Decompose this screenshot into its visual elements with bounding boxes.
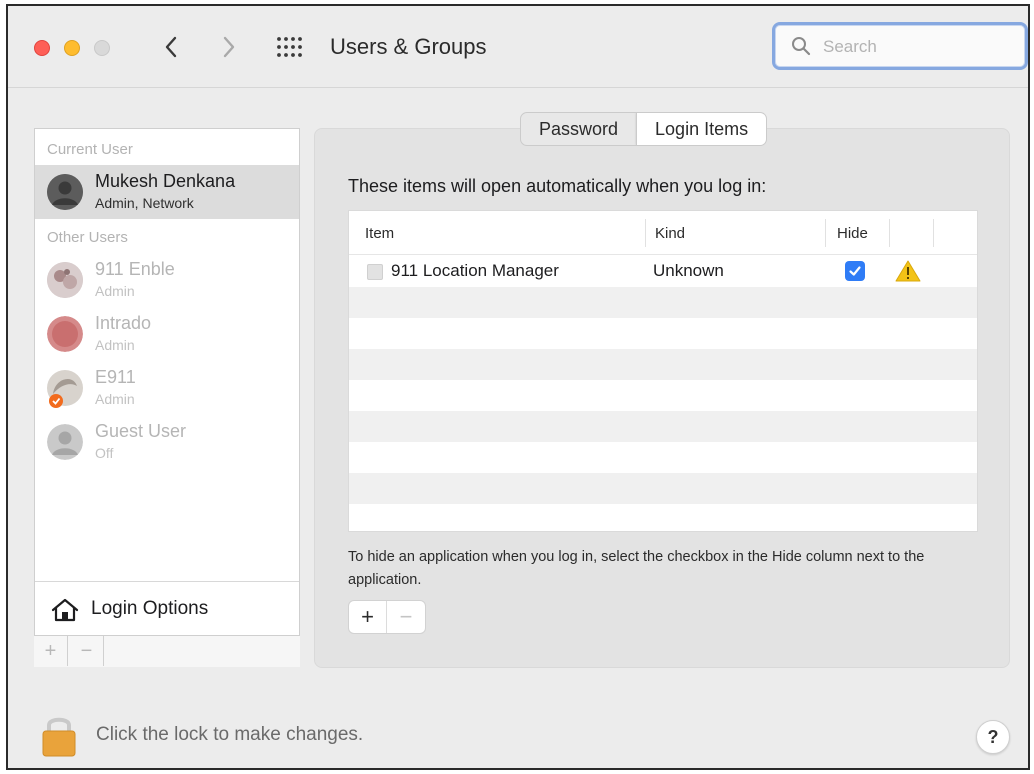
table-row-empty <box>349 287 977 318</box>
minimize-button[interactable] <box>64 40 80 56</box>
table-row-empty <box>349 380 977 411</box>
show-all-button[interactable] <box>274 32 308 62</box>
table-row-empty <box>349 473 977 504</box>
back-button[interactable] <box>156 30 186 64</box>
login-options-button[interactable]: Login Options <box>35 581 299 635</box>
login-options-label: Login Options <box>91 598 209 619</box>
grid-icon <box>277 37 302 57</box>
hide-checkbox[interactable] <box>845 261 865 281</box>
house-icon <box>51 598 79 622</box>
table-row-empty <box>349 504 977 531</box>
user-role: Off <box>95 445 114 461</box>
add-login-item-button[interactable]: + <box>349 601 387 633</box>
user-name: Guest User <box>95 421 187 441</box>
user-photo-icon <box>47 262 83 298</box>
login-items-table: Item Kind Hide 911 Location Manager Unkn… <box>348 210 978 532</box>
tab-password[interactable]: Password <box>521 113 636 145</box>
avatar <box>47 370 83 408</box>
column-divider <box>889 219 890 247</box>
column-header-hide[interactable]: Hide <box>837 225 868 242</box>
toolbar: Users & Groups Search <box>8 6 1028 88</box>
column-header-kind[interactable]: Kind <box>655 225 685 242</box>
column-divider <box>933 219 934 247</box>
item-kind: Unknown <box>653 261 724 280</box>
zoom-button[interactable] <box>94 40 110 56</box>
user-row-guest[interactable]: Guest User Off <box>35 415 299 469</box>
user-role: Admin <box>95 337 135 353</box>
avatar <box>47 174 83 210</box>
column-header-item[interactable]: Item <box>365 225 394 242</box>
column-divider <box>825 219 826 247</box>
column-divider <box>645 219 646 247</box>
lock-text: Click the lock to make changes. <box>96 724 364 745</box>
close-button[interactable] <box>34 40 50 56</box>
person-icon <box>47 174 83 210</box>
checkmark-icon <box>849 266 861 276</box>
warning-icon[interactable] <box>895 260 921 282</box>
user-row-intrado[interactable]: Intrado Admin <box>35 307 299 361</box>
search-icon <box>792 37 811 56</box>
table-row-empty <box>349 318 977 349</box>
current-user-label: Current User <box>47 141 133 158</box>
user-name: E911 <box>95 367 136 387</box>
user-name: 911 Enble <box>95 259 175 279</box>
user-row-911-enble[interactable]: 911 Enble Admin <box>35 253 299 307</box>
user-role: Admin <box>95 283 135 299</box>
user-row-current[interactable]: Mukesh Denkana Admin, Network <box>35 165 299 219</box>
table-row[interactable]: 911 Location Manager Unknown <box>349 256 977 287</box>
user-name: Intrado <box>95 313 152 333</box>
table-row-empty <box>349 442 977 473</box>
user-photo-icon <box>47 370 83 408</box>
user-row-e911[interactable]: E911 Admin <box>35 361 299 415</box>
item-name: 911 Location Manager <box>391 261 559 280</box>
table-row-empty <box>349 349 977 380</box>
chevron-left-icon <box>165 36 177 58</box>
chevron-right-icon <box>223 36 235 58</box>
table-header: Item Kind Hide <box>349 211 977 255</box>
tab-bar: Password Login Items <box>520 112 768 146</box>
users-sidebar: Current User Mukesh Denkana Admin, Netwo… <box>34 128 300 667</box>
add-user-button[interactable]: + <box>34 636 68 666</box>
forward-button[interactable] <box>214 30 244 64</box>
window-title: Users & Groups <box>330 34 487 59</box>
tab-login-items[interactable]: Login Items <box>636 113 767 145</box>
remove-login-item-button[interactable]: − <box>387 601 425 633</box>
user-photo-icon <box>47 316 83 352</box>
other-users-label: Other Users <box>47 229 128 246</box>
remove-user-button[interactable]: − <box>70 636 104 666</box>
login-items-add-remove: + − <box>348 600 426 634</box>
system-preferences-window: Users & Groups Search Current User Mukes… <box>6 4 1030 770</box>
hide-help-text: To hide an application when you log in, … <box>348 549 925 588</box>
user-role: Admin, Network <box>95 195 194 211</box>
search-placeholder: Search <box>823 37 877 56</box>
help-button[interactable]: ? <box>976 720 1010 754</box>
lock-icon[interactable] <box>40 712 78 758</box>
table-row-empty <box>349 411 977 442</box>
app-icon <box>367 264 383 280</box>
avatar <box>47 424 83 460</box>
person-icon <box>47 424 83 460</box>
user-role: Admin <box>95 391 135 407</box>
sidebar-button-bar: + − <box>34 635 300 667</box>
login-items-heading: These items will open automatically when… <box>348 176 767 196</box>
avatar <box>47 316 83 352</box>
user-name: Mukesh Denkana <box>95 171 236 191</box>
search-field[interactable]: Search <box>772 22 1028 70</box>
avatar <box>47 262 83 298</box>
